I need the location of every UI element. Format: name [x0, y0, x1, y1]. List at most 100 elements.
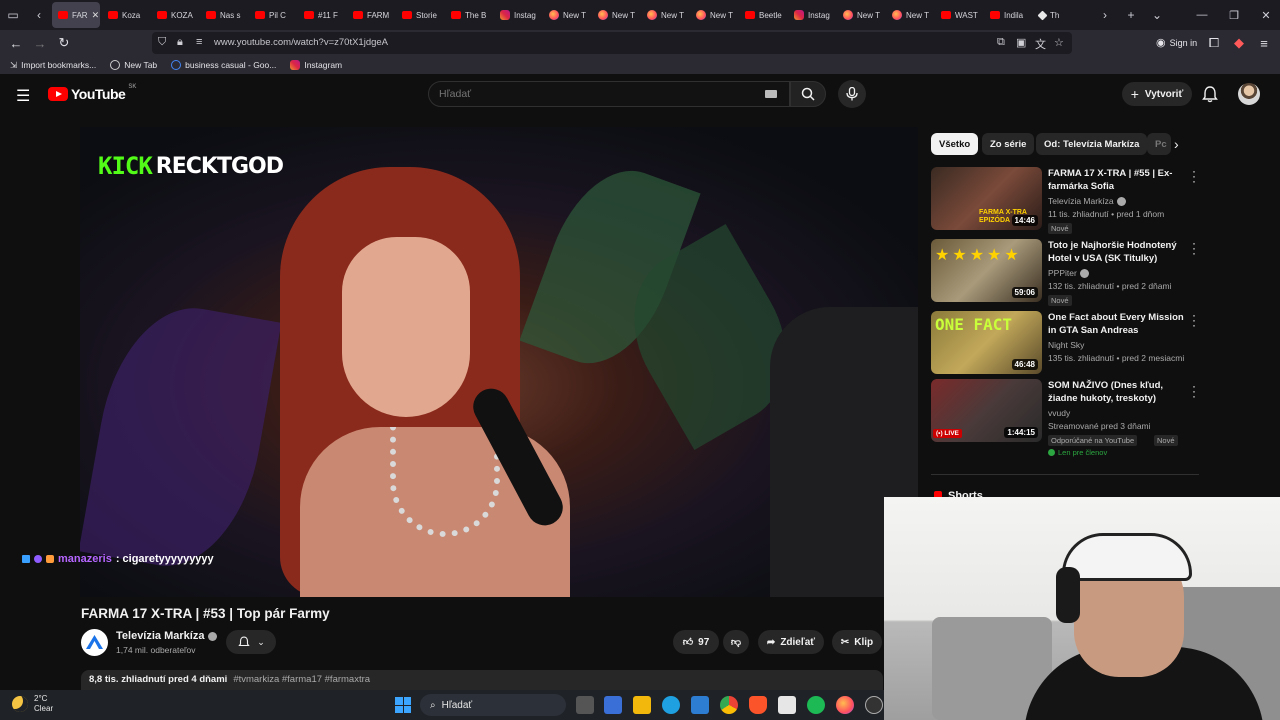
minimize-icon[interactable]: —	[1186, 0, 1218, 30]
hamburger-menu-icon[interactable]: ☰	[16, 86, 30, 106]
file-explorer-icon[interactable]	[633, 696, 651, 714]
recommendation-channel[interactable]: vvudy	[1048, 408, 1070, 418]
tab-scroll-right-icon[interactable]: ›	[1092, 0, 1118, 30]
brave-icon[interactable]	[749, 696, 767, 714]
more-options-icon[interactable]: · · ·	[1190, 237, 1198, 259]
screenshot-icon[interactable]: ▣	[1016, 36, 1026, 49]
browser-tab[interactable]: Pil C	[249, 2, 296, 28]
chip-from-series[interactable]: Zo série	[982, 133, 1035, 155]
photos-icon[interactable]	[691, 696, 709, 714]
more-options-icon[interactable]: · · ·	[1190, 309, 1198, 331]
video-thumbnail[interactable]: ONE FACT 46:48	[931, 311, 1042, 374]
more-options-icon[interactable]: · · ·	[1190, 165, 1198, 187]
bookmark-instagram[interactable]: Instagram	[290, 60, 342, 70]
keyboard-icon[interactable]	[765, 90, 777, 98]
recommendation-title[interactable]: One Fact about Every Mission in GTA San …	[1048, 311, 1186, 337]
chips-next-icon[interactable]: ›	[1174, 136, 1179, 152]
shield-icon[interactable]: ⛉	[158, 36, 166, 49]
recommendation-item[interactable]: ★★★★★ 59:06 Toto je Najhoršie Hodnotený …	[931, 237, 1201, 306]
chrome-icon[interactable]	[720, 696, 738, 714]
taskbar-search[interactable]: ⌕ Hľadať	[420, 694, 566, 716]
channel-name[interactable]: Televízia Markíza	[116, 630, 218, 642]
recommendation-item[interactable]: FARMA X-TRA EPIZÓDA 14:46 FARMA 17 X-TRA…	[931, 165, 1201, 234]
browser-tab[interactable]: New T	[543, 2, 590, 28]
video-thumbnail[interactable]: FARMA X-TRA EPIZÓDA 14:46	[931, 167, 1042, 230]
video-thumbnail[interactable]: (•) LIVE 1:44:15	[931, 379, 1042, 442]
back-icon[interactable]: ←	[5, 33, 27, 53]
video-player[interactable]	[80, 127, 918, 597]
like-button[interactable]: 👍︎ 97	[673, 630, 719, 654]
share-button[interactable]: ➦ Zdieľať	[758, 630, 824, 654]
recommendation-channel[interactable]: Televízia Markíza	[1048, 196, 1126, 206]
lock-icon[interactable]: 🔒︎	[177, 36, 183, 49]
browser-tab[interactable]: FAR ✕	[52, 2, 100, 28]
tab-scroll-left-icon[interactable]: ‹	[26, 0, 52, 30]
recommendation-title[interactable]: FARMA 17 X-TRA | #55 | Ex-farmárka Sofia	[1048, 167, 1186, 193]
chip-all[interactable]: Všetko	[931, 133, 979, 155]
browser-tab[interactable]: WAST	[935, 2, 982, 28]
tab-close-icon[interactable]: ✕	[92, 10, 100, 21]
tab-list-icon[interactable]: ⌄	[1144, 0, 1170, 30]
browser-tab[interactable]: Instag	[494, 2, 541, 28]
permissions-icon[interactable]: ≡	[196, 36, 202, 48]
browser-tab[interactable]: KOZA	[151, 2, 198, 28]
extension-badge-icon[interactable]: ◆	[1228, 33, 1250, 53]
recommendation-item[interactable]: (•) LIVE 1:44:15 SOM NAŽIVO (Dnes kľud, …	[931, 379, 1201, 461]
user-avatar[interactable]	[1238, 83, 1260, 105]
store-icon[interactable]	[604, 696, 622, 714]
notifications-bell-icon[interactable]	[1200, 84, 1220, 104]
recommendation-channel[interactable]: Night Sky	[1048, 340, 1084, 350]
reload-icon[interactable]: ↻	[53, 33, 75, 53]
bookmark-import[interactable]: ⇲ Import bookmarks...	[10, 60, 96, 71]
firefox-icon[interactable]	[836, 696, 854, 714]
video-thumbnail[interactable]: ★★★★★ 59:06	[931, 239, 1042, 302]
weather-widget[interactable]: 2°C Clear	[12, 694, 53, 714]
recommendation-title[interactable]: SOM NAŽIVO (Dnes kľud, žiadne hukoty, tr…	[1048, 379, 1186, 405]
chip-partial[interactable]: Pc	[1147, 133, 1171, 155]
dislike-button[interactable]: 👎︎	[723, 630, 749, 654]
windows-start-icon[interactable]	[395, 697, 411, 713]
browser-tab[interactable]: New T	[886, 2, 933, 28]
edge-icon[interactable]	[662, 696, 680, 714]
browser-tab[interactable]: Beetle	[739, 2, 786, 28]
bookmark-google[interactable]: business casual - Goo...	[171, 60, 276, 70]
browser-tab[interactable]: Storie	[396, 2, 443, 28]
description-box[interactable]: 8,8 tis. zhliadnutí pred 4 dňami #tvmark…	[81, 670, 883, 690]
create-button[interactable]: + Vytvoriť	[1122, 82, 1192, 106]
bookmark-new-tab[interactable]: New Tab	[110, 60, 157, 70]
spotify-icon[interactable]	[807, 696, 825, 714]
browser-tab[interactable]: New T	[837, 2, 884, 28]
translate-icon[interactable]: 文	[1035, 36, 1046, 52]
browser-tab[interactable]: Th	[1033, 2, 1080, 28]
settings-icon[interactable]	[865, 696, 883, 714]
channel-avatar[interactable]	[81, 629, 108, 656]
close-window-icon[interactable]: ✕	[1250, 0, 1280, 30]
youtube-logo[interactable]: YouTube SK	[48, 84, 136, 102]
browser-tab[interactable]: Instag	[788, 2, 835, 28]
browser-tab[interactable]: New T	[641, 2, 688, 28]
chip-from-channel[interactable]: Od: Televízia Markíza	[1036, 133, 1148, 155]
notepad-icon[interactable]	[778, 696, 796, 714]
search-box[interactable]	[428, 81, 790, 107]
browser-tab[interactable]: Indila	[984, 2, 1031, 28]
extensions-icon[interactable]: ⧠	[1203, 33, 1225, 53]
clip-button[interactable]: ✂ Klip	[832, 630, 882, 654]
search-button[interactable]	[790, 81, 826, 107]
recommendation-channel[interactable]: PPPiter	[1048, 268, 1089, 278]
tab-overview-icon[interactable]: ▭	[0, 0, 26, 30]
search-input[interactable]	[439, 86, 739, 102]
menu-icon[interactable]: ≡	[1253, 33, 1275, 53]
browser-tab[interactable]: New T	[592, 2, 639, 28]
more-options-icon[interactable]: · · ·	[1190, 380, 1198, 402]
browser-tab[interactable]: Koza	[102, 2, 149, 28]
restore-icon[interactable]: ❐	[1218, 0, 1250, 30]
browser-tab[interactable]: The B	[445, 2, 492, 28]
hashtags[interactable]: #tvmarkiza #farma17 #farmaxtra	[233, 674, 370, 686]
bookmark-star-icon[interactable]: ☆	[1054, 36, 1064, 49]
picture-in-picture-icon[interactable]: ⧉	[997, 36, 1005, 49]
sign-in-button[interactable]: ◉ Sign in	[1156, 36, 1197, 49]
voice-search-button[interactable]	[838, 80, 866, 108]
url-bar[interactable]: ⛉ 🔒︎ ≡ www.youtube.com/watch?v=z70tX1jdg…	[152, 32, 1072, 54]
task-view-icon[interactable]	[576, 696, 594, 714]
recommendation-item[interactable]: ONE FACT 46:48 One Fact about Every Miss…	[931, 309, 1201, 375]
